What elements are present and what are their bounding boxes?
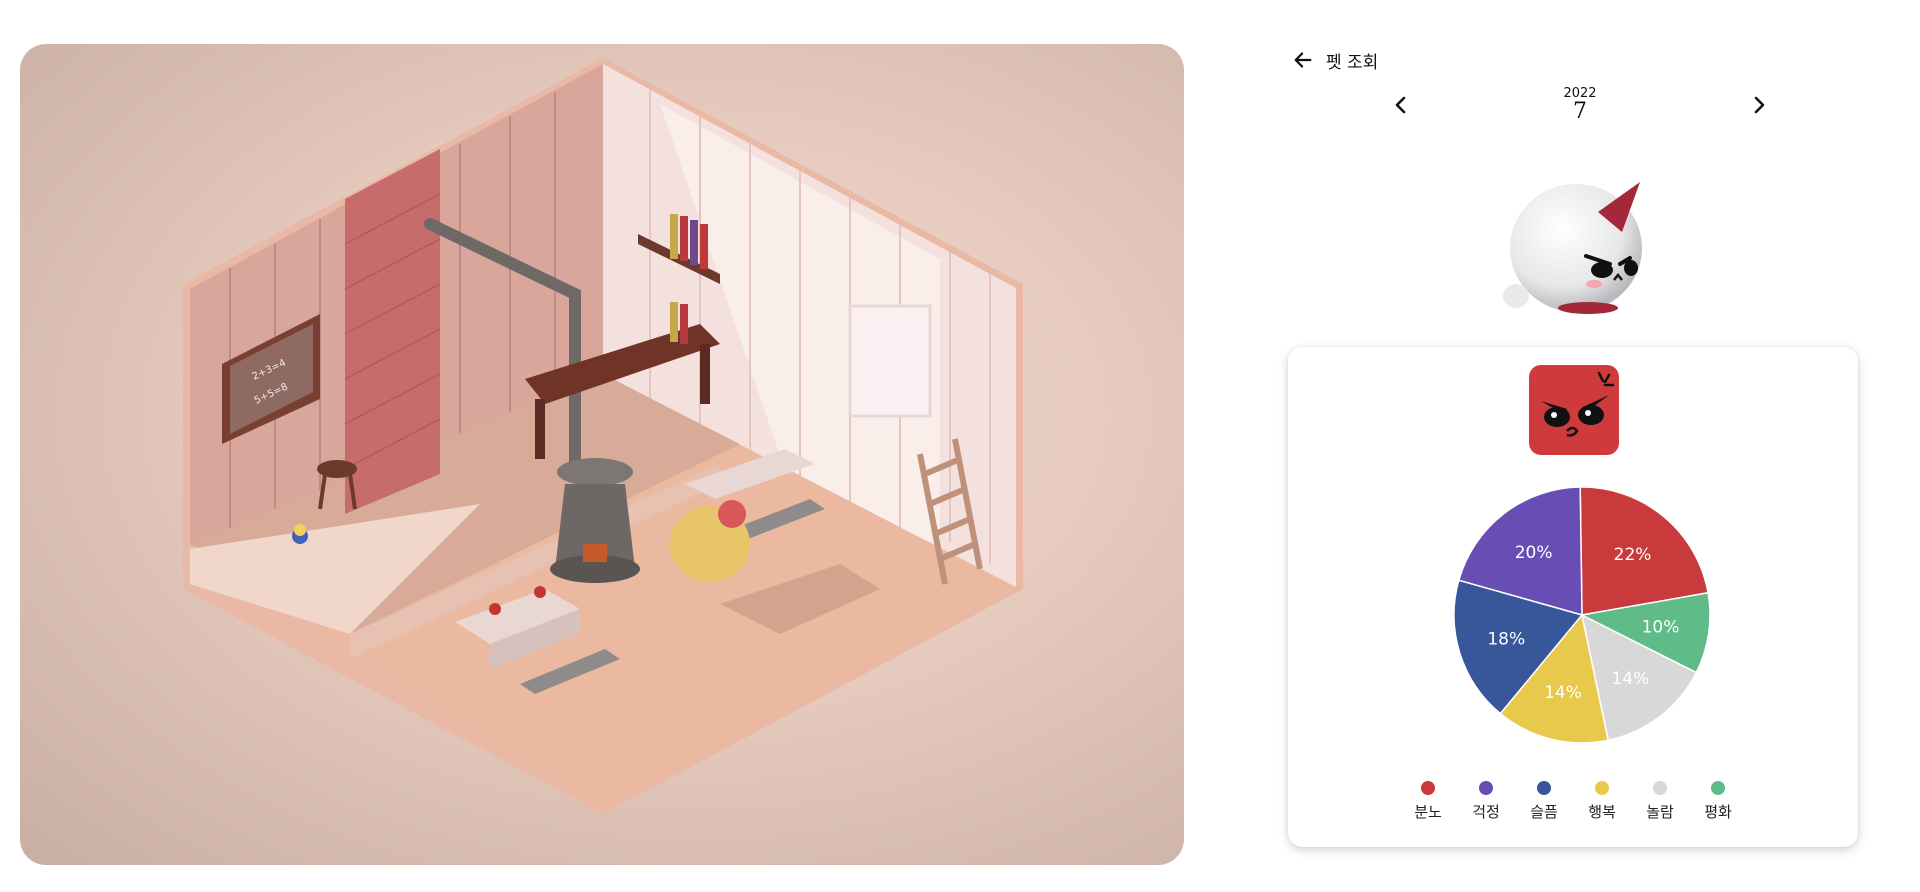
month-navigator: 2022 7 (1380, 86, 1780, 130)
pie-slice-label-5: 10% (1642, 618, 1680, 638)
room-scene: 2+3=4 5+5=8 (20, 44, 1184, 865)
legend-dot (1711, 781, 1725, 795)
chevron-right-icon (1754, 96, 1765, 114)
back-button[interactable] (1290, 47, 1316, 73)
legend-label: 분노 (1414, 803, 1442, 821)
angry-unicorn-pet-icon (1503, 182, 1642, 314)
legend-label: 슬픔 (1530, 803, 1558, 821)
legend-label: 걱정 (1472, 803, 1500, 821)
pie-slice-label-4: 14% (1611, 669, 1649, 689)
page-header: 펫 조회 (1290, 46, 1378, 74)
legend-item: 놀람 (1640, 781, 1680, 822)
legend-label: 행복 (1588, 803, 1616, 821)
emotion-pie-chart: 22% 20% 18% 14% 14% 10% (1453, 486, 1711, 744)
pie-slice-label-3: 14% (1544, 683, 1582, 703)
legend-label: 평화 (1704, 803, 1732, 821)
pet-avatar (1490, 172, 1650, 322)
next-month-button[interactable] (1746, 92, 1772, 118)
emotion-card: 22% 20% 18% 14% 14% 10% 분노 걱정 슬픔 행복 놀람 평화 (1288, 347, 1858, 847)
arrow-left-icon (1294, 52, 1312, 68)
legend-item: 걱정 (1466, 781, 1506, 822)
window (848, 304, 932, 418)
pie-slice-label-2: 18% (1487, 630, 1525, 650)
brick-chimney (345, 149, 440, 514)
page-title: 펫 조회 (1326, 52, 1379, 73)
current-month: 2022 7 (1380, 86, 1780, 123)
legend-item: 행복 (1582, 781, 1622, 822)
legend-dot (1537, 781, 1551, 795)
legend-dot (1653, 781, 1667, 795)
wood-stove (550, 458, 640, 583)
legend-item: 분노 (1408, 781, 1448, 822)
legend-label: 놀람 (1646, 803, 1674, 821)
legend-dot (1479, 781, 1493, 795)
mood-badge (1529, 365, 1619, 455)
angry-face-icon (1541, 371, 1615, 437)
legend-item: 평화 (1698, 781, 1738, 822)
legend-item: 슬픔 (1524, 781, 1564, 822)
room-illustration: 2+3=4 5+5=8 (183, 58, 1023, 814)
chart-legend: 분노 걱정 슬픔 행복 놀람 평화 (1288, 781, 1858, 822)
legend-dot (1421, 781, 1435, 795)
legend-dot (1595, 781, 1609, 795)
pie-slice-label-1: 20% (1515, 543, 1553, 563)
pie-slice-label-0: 22% (1614, 545, 1652, 565)
month-label: 7 (1573, 99, 1587, 124)
